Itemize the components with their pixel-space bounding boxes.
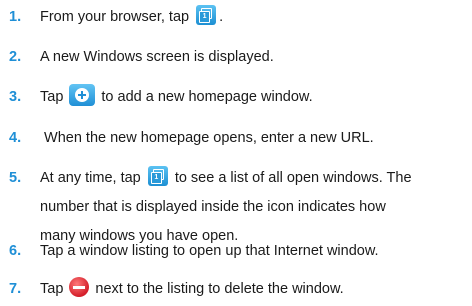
step-number: 6. bbox=[9, 243, 22, 259]
step-number: 4. bbox=[9, 130, 22, 146]
step-number: 1. bbox=[9, 9, 22, 25]
step-line-2: number that is displayed inside the icon… bbox=[40, 199, 386, 215]
windows-icon: 1 bbox=[147, 166, 168, 187]
step-text-after: . bbox=[219, 9, 224, 25]
step-text: When the new homepage opens, enter a new… bbox=[40, 130, 374, 146]
step-text: Tap to add a new homepage window. bbox=[40, 83, 468, 112]
step-text-after: to see a list of all open windows. The bbox=[174, 170, 412, 186]
step-text-after: to add a new homepage window. bbox=[101, 89, 313, 105]
add-window-icon bbox=[69, 84, 96, 107]
step-text: A new Windows screen is displayed. bbox=[40, 49, 274, 65]
step-text-after: next to the listing to delete the window… bbox=[95, 281, 344, 297]
step-number: 2. bbox=[9, 49, 22, 65]
step-line-1: At any time, tap 1 to see a list of all … bbox=[40, 164, 468, 193]
step-text-before: At any time, tap bbox=[40, 170, 141, 186]
windows-count: 1 bbox=[150, 172, 162, 185]
step-text-before: Tap bbox=[40, 281, 64, 297]
windows-count: 1 bbox=[199, 11, 211, 24]
step-text: From your browser, tap 1. bbox=[40, 3, 468, 32]
step-text: Tap next to the listing to delete the win… bbox=[40, 275, 468, 304]
step-text-before: Tap bbox=[40, 89, 64, 105]
step-number: 5. bbox=[9, 170, 22, 186]
windows-icon: 1 bbox=[196, 5, 217, 26]
step-number: 7. bbox=[9, 281, 22, 297]
step-number: 3. bbox=[9, 89, 22, 105]
delete-icon bbox=[69, 277, 90, 298]
step-text: Tap a window listing to open up that Int… bbox=[40, 243, 379, 259]
step-text-before: From your browser, tap bbox=[40, 9, 190, 25]
